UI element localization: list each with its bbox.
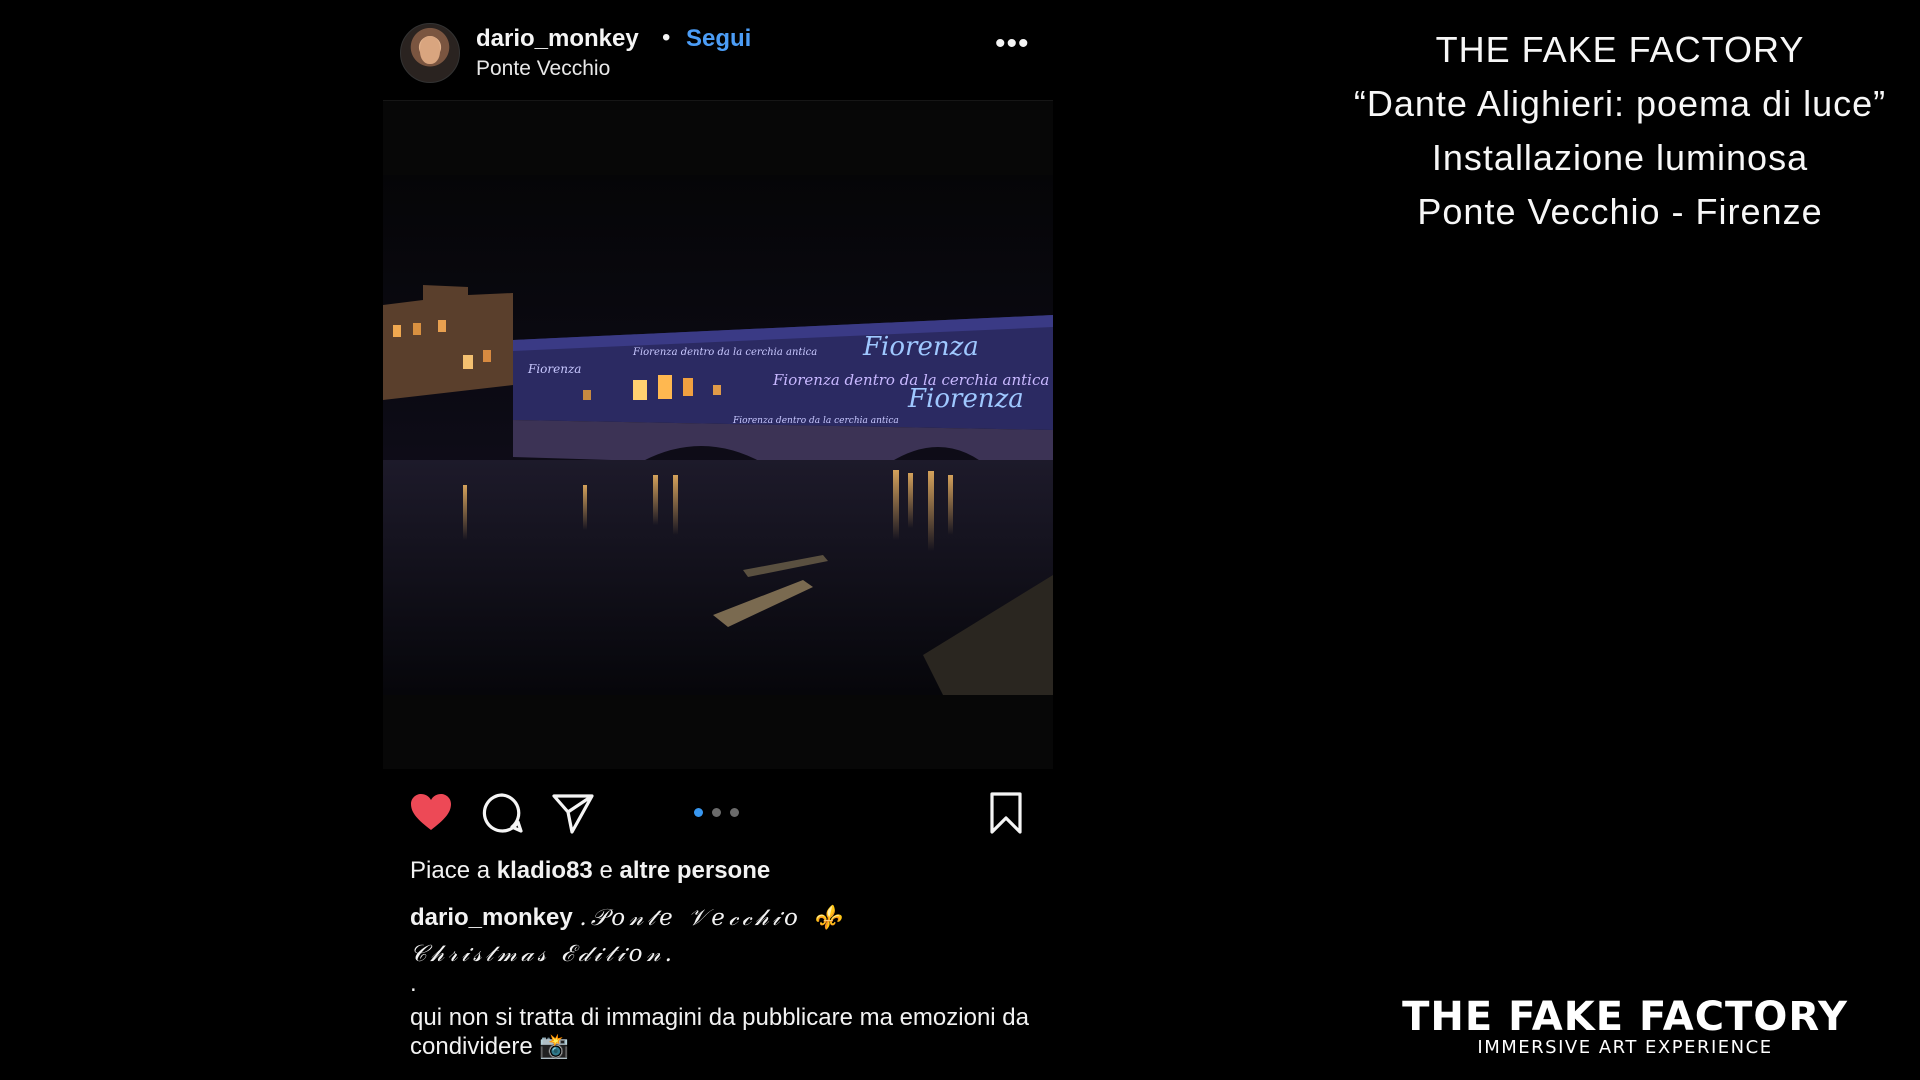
carousel-dot [712, 808, 721, 817]
caption-title-2: 𝒞𝒽𝓇𝒾𝓈𝓉𝓂𝒶𝓈 ℰ𝒹𝒾𝓉𝒾𝑜𝓃. [410, 941, 676, 967]
projection-text-3: Fiorenza dentro da la cerchia antica [772, 371, 1049, 389]
brand-logo: THE FAKE FACTORY IMMERSIVE ART EXPERIENC… [1395, 996, 1855, 1058]
post-actions [383, 790, 1053, 836]
likes-summary: Piace a kladio83 e altre persone [410, 857, 770, 885]
separator-dot: • [662, 24, 671, 51]
caption-username[interactable]: dario_monkey [410, 904, 573, 931]
post-username[interactable]: dario_monkey [476, 25, 639, 53]
brand-name: THE FAKE FACTORY [1402, 994, 1848, 1040]
carousel-indicator [694, 808, 744, 818]
caption-title: .𝒫𝑜𝓃𝓉𝑒 𝒱𝑒𝒸𝒸𝒽𝒾𝑜 ⚜️ [579, 905, 846, 931]
ponte-vecchio-photo: Fiorenza Fiorenza Fiorenza dentro da la … [383, 175, 1053, 695]
like-button[interactable] [408, 790, 454, 836]
caption-body: qui non si tratta di immagini da pubblic… [410, 1004, 1029, 1060]
info-panel: THE FAKE FACTORY “Dante Alighieri: poema… [1320, 26, 1920, 242]
post-caption: dario_monkey .𝒫𝑜𝓃𝓉𝑒 𝒱𝑒𝒸𝒸𝒽𝒾𝑜 ⚜️ 𝒞𝒽𝓇𝒾𝓈𝓉𝓂𝒶𝓈… [410, 900, 1030, 972]
instagram-post: dario_monkey • Segui Ponte Vecchio ••• F… [383, 0, 1053, 1080]
likes-prefix: Piace a [410, 857, 491, 884]
projection-text-4: Fiorenza dentro da la cerchia antica [632, 347, 817, 358]
projection-text-1: Fiorenza [862, 332, 979, 362]
bookmark-icon [990, 792, 1022, 834]
likes-mid: e [599, 857, 613, 884]
more-options-icon[interactable]: ••• [995, 29, 1030, 59]
projection-text-6: Fiorenza [527, 362, 581, 376]
caption-dot: . [410, 970, 417, 997]
info-line-place: Ponte Vecchio - Firenze [1417, 191, 1823, 232]
likes-others-link[interactable]: altre persone [619, 857, 770, 884]
likes-user-link[interactable]: kladio83 [497, 857, 593, 884]
follow-button[interactable]: Segui [686, 25, 751, 53]
carousel-dot [730, 808, 739, 817]
info-line-work: “Dante Alighieri: poema di luce” [1353, 83, 1887, 124]
avatar-face [420, 36, 440, 64]
share-button[interactable] [550, 790, 596, 836]
paper-plane-icon [552, 794, 594, 834]
post-header: dario_monkey • Segui Ponte Vecchio ••• [383, 0, 1053, 101]
avatar[interactable] [400, 23, 460, 83]
post-media[interactable]: Fiorenza Fiorenza Fiorenza dentro da la … [383, 101, 1053, 769]
comment-bubble-icon [482, 793, 523, 833]
projection-text-5: Fiorenza dentro da la cerchia antica [732, 416, 899, 426]
heart-filled-icon [411, 794, 451, 830]
info-line-title: THE FAKE FACTORY [1435, 29, 1805, 70]
comment-button[interactable] [479, 790, 525, 836]
post-location[interactable]: Ponte Vecchio [476, 57, 610, 81]
save-button[interactable] [983, 790, 1029, 836]
info-line-type: Installazione luminosa [1431, 137, 1809, 178]
carousel-dot-active [694, 808, 703, 817]
brand-tagline: IMMERSIVE ART EXPERIENCE [1477, 1037, 1773, 1058]
